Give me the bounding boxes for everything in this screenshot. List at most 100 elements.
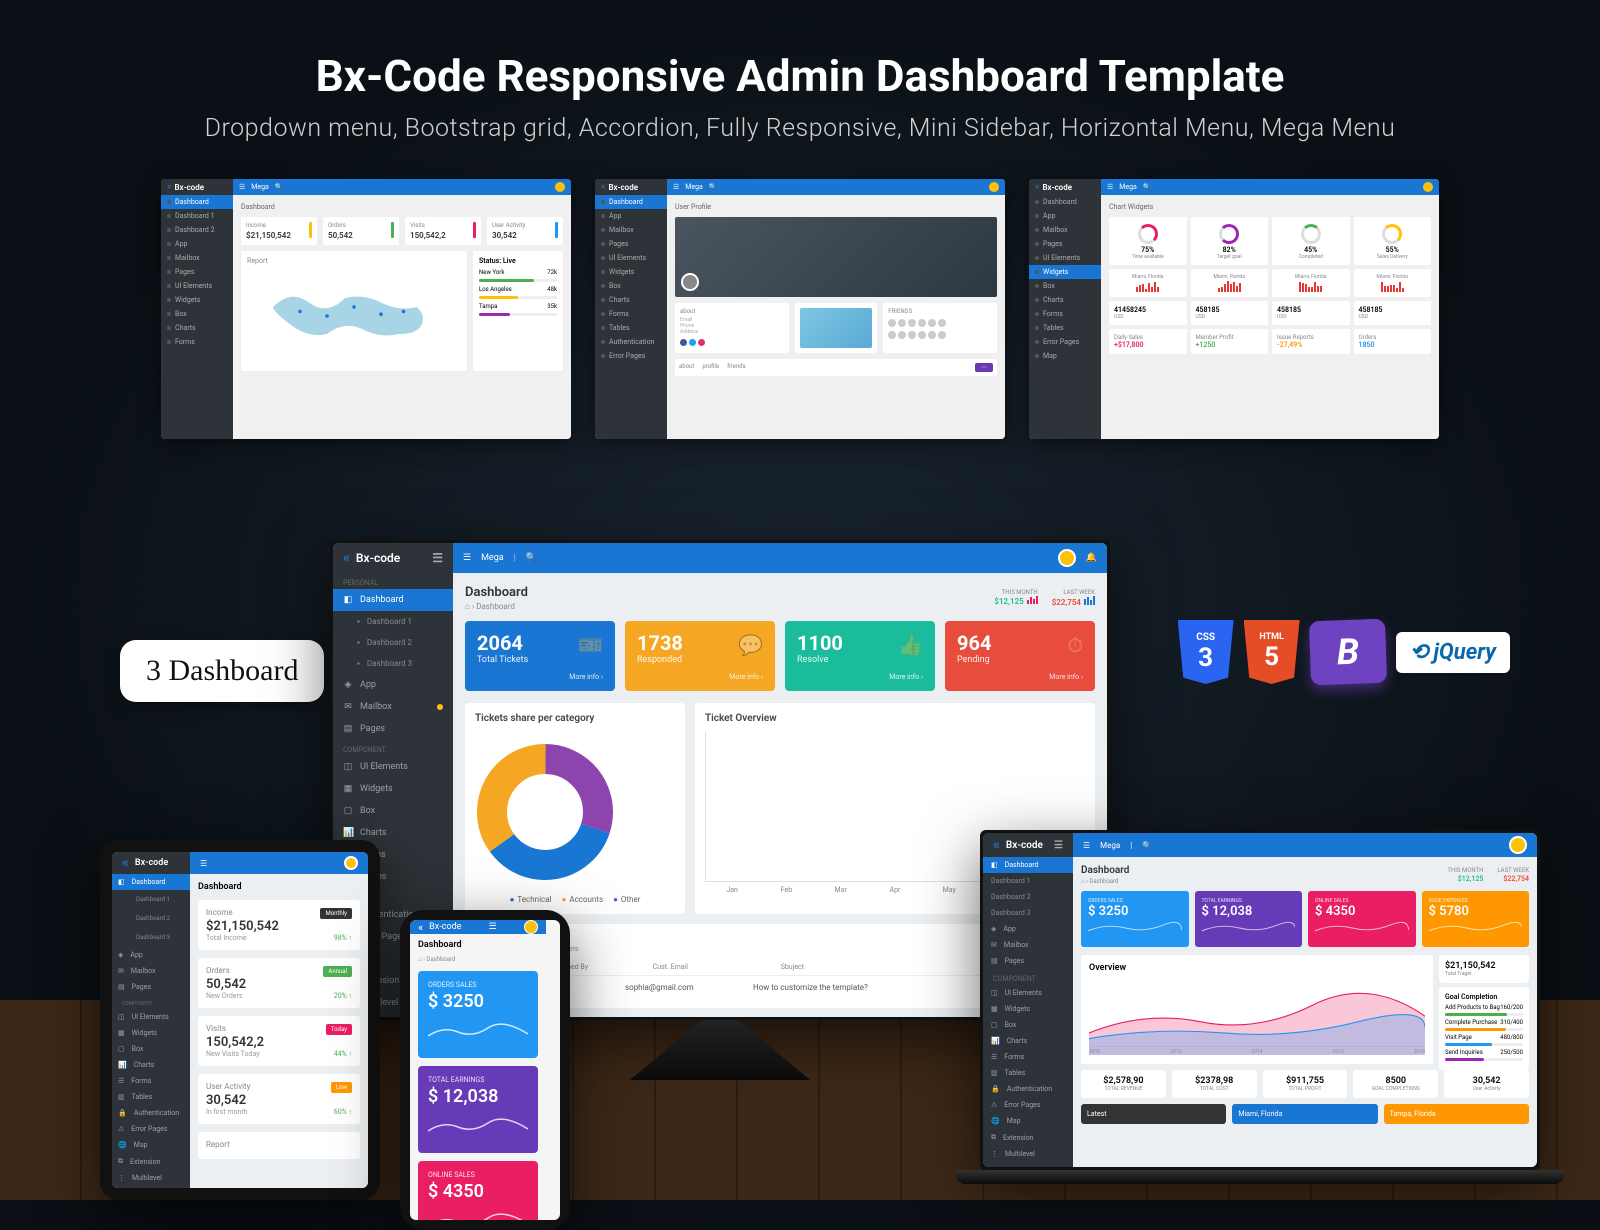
bootstrap-badge: B	[1309, 619, 1387, 686]
tablet-card: LowUser Activity30,542In first month 60%…	[198, 1074, 360, 1124]
stat-card[interactable]: 👍1100ResolveMore info ›	[785, 621, 935, 691]
thumb-dashboard-1[interactable]: Bx-code Dashboard Dashboard 1 Dashboard …	[161, 179, 571, 439]
breadcrumb: ⌂ › Dashboard	[465, 602, 528, 611]
sidebar-item[interactable]: Mailbox	[161, 251, 233, 265]
latest-card[interactable]: Miami, Florida	[1232, 1104, 1377, 1124]
kpi-card: Orders50,542	[323, 217, 399, 245]
pie-card: Tickets share per category Technical Acc…	[465, 703, 685, 914]
stat-card[interactable]: 💬1738RespondedMore info ›	[625, 621, 775, 691]
dashboard-icon: ◧	[343, 595, 353, 605]
sidebar-item[interactable]: Pages	[161, 265, 233, 279]
report-title: Report	[247, 257, 461, 265]
phone-device: Bx-code ☰ Dashboard ⌂ › Dashboard ORDERS…	[400, 910, 570, 1230]
menu-icon[interactable]: ☰	[489, 922, 497, 932]
sidebar-item[interactable]: Box	[161, 307, 233, 321]
page-title: Dashboard	[410, 934, 546, 956]
about-card: about EmailPhoneAddress	[675, 303, 789, 353]
search-icon[interactable]: 🔍	[275, 183, 284, 191]
brand-logo: Bx-code	[595, 179, 667, 195]
sidebar-section: PERSONAL	[333, 573, 453, 589]
sidebar-sub[interactable]: ▪ Dashboard 1	[333, 611, 453, 632]
widgets-icon: ▦	[343, 784, 353, 794]
thumb-widgets[interactable]: Bx-code Dashboard App Mailbox Pages UI E…	[1029, 179, 1439, 439]
sidebar-item-app[interactable]: ◈App	[333, 674, 453, 696]
sidebar-item[interactable]: Dashboard 1	[161, 209, 233, 223]
friends-card: FRIENDS	[883, 303, 997, 353]
box-icon: ▢	[343, 806, 353, 816]
world-map[interactable]	[251, 271, 457, 361]
money-card[interactable]: ONLINE SALES$ 4350	[418, 1161, 538, 1220]
map-card	[795, 303, 878, 353]
thumb-profile[interactable]: Bx-code Dashboard App Mailbox Pages UI E…	[595, 179, 1005, 439]
sidebar-item-dashboard[interactable]: Dashboard	[161, 195, 233, 209]
legend: Technical Accounts Other	[475, 895, 675, 904]
sidebar-item-widgets[interactable]: ▦Widgets	[333, 778, 453, 800]
menu-icon[interactable]: ☰	[239, 183, 245, 191]
sidebar-item[interactable]: UI Elements	[161, 279, 233, 293]
thumbnails-row: Bx-code Dashboard Dashboard 1 Dashboard …	[0, 179, 1600, 439]
area-chart	[1089, 977, 1425, 1047]
overview-card: Overview 20102012201420162018	[1081, 955, 1433, 1064]
sidebar-item-dashboard[interactable]: ◧Dashboard	[333, 589, 453, 611]
mail-icon: ✉	[343, 702, 353, 712]
tablet-card: Report	[198, 1132, 360, 1159]
side-kpi: $21,150,542 Total Traget	[1439, 955, 1529, 983]
summary-card: $2378,98TOTAL COST	[1172, 1070, 1257, 1098]
sidebar-item[interactable]: Widgets	[161, 293, 233, 307]
stat-card[interactable]: ⏱964PendingMore info ›	[945, 621, 1095, 691]
sidebar-section: COMPONENT	[333, 740, 453, 756]
avatar[interactable]	[1058, 549, 1076, 567]
sidebar-item-ui[interactable]: ◫UI Elements	[333, 756, 453, 778]
avatar[interactable]	[555, 182, 565, 192]
summary-card: 30,542User Activity	[1444, 1070, 1529, 1098]
brand-logo: Bx-code	[161, 179, 233, 195]
avatar[interactable]	[524, 920, 538, 934]
sidebar-sub[interactable]: ▪ Dashboard 2	[333, 632, 453, 653]
tablet-card: MonthlyIncome$21,150,542Total Income 98%…	[198, 900, 360, 950]
tech-badges: CSS3 HTML5 B jQuery	[1178, 620, 1510, 684]
sidebar-item-mailbox[interactable]: ✉Mailbox	[333, 696, 453, 718]
header-kpis: THIS MONTH$12,125 LAST WEEK$22,754	[994, 589, 1095, 607]
sidebar-item-box[interactable]: ▢Box	[333, 800, 453, 822]
kpi-card: User Activity30,542	[487, 217, 563, 245]
sidebar-item[interactable]: Dashboard 2	[161, 223, 233, 237]
brand-logo[interactable]: Bx-code☰	[333, 543, 453, 573]
latest-card[interactable]: Tampa, Florida	[1384, 1104, 1529, 1124]
tablet-card: TodayVisits150,542,2New Visits Today 44%…	[198, 1016, 360, 1066]
laptop-device: Bx-code☰ ◧Dashboard Dashboard 1 Dashboar…	[980, 830, 1540, 1170]
goal-card: Goal Completion Add Products to Bag160/2…	[1439, 987, 1529, 1070]
ui-icon: ◫	[343, 762, 353, 772]
money-card[interactable]: ORDERS SALES$ 3250	[418, 971, 538, 1058]
hamburger-icon[interactable]: ☰	[432, 551, 443, 565]
hero-subtitle: Dropdown menu, Bootstrap grid, Accordion…	[0, 114, 1600, 143]
money-card[interactable]: TOTAL EARNINGS$ 12,038	[418, 1066, 538, 1153]
tablet-device: Bx-code ◧Dashboard Dashboard 1 Dashboard…	[100, 840, 380, 1200]
status-card: Status: Live New York72kLos Angeles48kTa…	[473, 251, 563, 371]
topbar: ☰ Mega 🔍	[233, 179, 571, 195]
money-card[interactable]: ONLINE SALES$ 4350	[1308, 891, 1416, 947]
sidebar-item[interactable]: App	[161, 237, 233, 251]
breadcrumb: Dashboard	[241, 203, 563, 211]
money-card[interactable]: TOTAL EARNINGS$ 12,038	[1195, 891, 1303, 947]
money-card[interactable]: ISSUE EXPENSES$ 5780	[1422, 891, 1530, 947]
menu-icon[interactable]: ☰	[463, 553, 471, 563]
css3-badge: CSS3	[1178, 620, 1234, 684]
sidebar-item-pages[interactable]: ▤Pages	[333, 718, 453, 740]
stat-icon: 💬	[738, 633, 763, 657]
stat-card[interactable]: 🎫2064Total TicketsMore info ›	[465, 621, 615, 691]
badge-3-dashboard: 3 Dashboard	[120, 640, 324, 702]
mega-menu[interactable]: Mega	[481, 553, 504, 563]
money-card[interactable]: ORDERS SALES$ 3250	[1081, 891, 1189, 947]
mega-menu[interactable]: Mega	[251, 183, 269, 191]
sidebar-item[interactable]: Forms	[161, 335, 233, 349]
sidebar-sub[interactable]: ▪ Dashboard 3	[333, 653, 453, 674]
search-icon[interactable]: 🔍	[526, 553, 537, 563]
notification-icon[interactable]: 🔔	[1086, 553, 1097, 563]
summary-card: $911,755TOTAL PROFIT	[1263, 1070, 1348, 1098]
stat-icon: ⏱	[1067, 633, 1083, 657]
latest-card[interactable]: Latest	[1081, 1104, 1226, 1124]
sidebar-item[interactable]: Charts	[161, 321, 233, 335]
stat-icon: 👍	[898, 633, 923, 657]
page-title: User Profile	[675, 203, 997, 211]
stat-icon: 🎫	[578, 633, 603, 657]
